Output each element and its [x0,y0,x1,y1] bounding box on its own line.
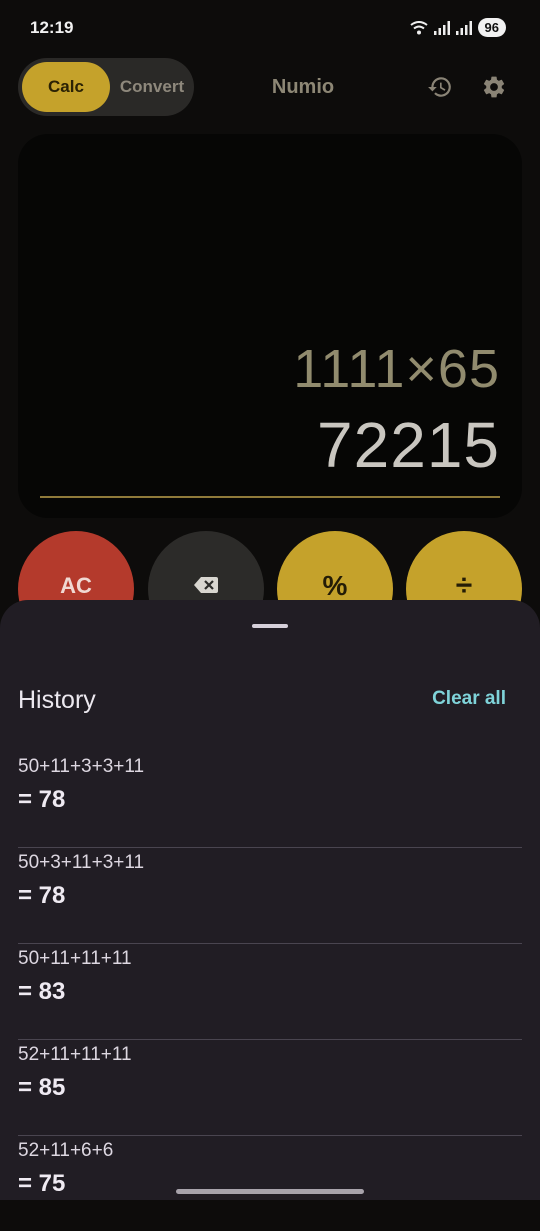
gear-icon [483,76,505,98]
history-result: = 83 [18,978,66,1005]
calculator-display: 1111×65 72215 [18,134,522,518]
history-item[interactable]: 52+11+11+11 = 85 [18,1040,522,1136]
history-result: = 75 [18,1170,66,1197]
history-sheet: History Clear all 50+11+3+3+11 = 78 50+3… [0,600,540,1200]
history-expression: 50+3+11+3+11 [18,852,145,873]
battery-indicator: 96 [477,18,506,37]
result-text: 72215 [317,409,500,481]
history-result: = 78 [18,882,66,909]
status-icons: 96 [409,18,506,37]
display-underline [40,496,500,498]
gesture-nav-bar[interactable] [176,1189,364,1194]
percent-key-label: % [322,570,348,601]
history-expression: 50+11+3+3+11 [18,756,145,777]
signal-icon [433,20,450,35]
history-button[interactable] [423,70,457,104]
history-expression: 52+11+11+11 [18,1044,132,1065]
history-expression: 52+11+6+6 [18,1140,114,1161]
clear-all-button[interactable]: Clear all [432,688,506,710]
history-list: 50+11+3+3+11 = 78 50+3+11+3+11 = 78 50+1… [18,752,522,1231]
history-title: History [18,686,96,714]
status-time: 12:19 [30,18,74,37]
divide-key-label: ÷ [455,569,473,602]
status-bar: 12:19 96 [0,0,540,60]
expression-text: 1111×65 [293,339,500,399]
history-expression: 50+11+11+11 [18,948,132,969]
history-item[interactable]: 50+11+3+3+11 = 78 [18,752,522,848]
clear-key-label: AC [60,573,92,598]
history-result: = 85 [18,1074,66,1101]
backspace-icon [194,577,218,593]
history-item[interactable]: 50+11+11+11 = 83 [18,944,522,1040]
history-result: = 78 [18,786,66,813]
history-item[interactable]: 50+3+11+3+11 = 78 [18,848,522,944]
wifi-icon [409,20,428,34]
app-title: Numio [271,76,335,98]
history-icon [428,77,451,97]
history-item[interactable]: 52+11+6+6 = 75 [18,1136,522,1231]
settings-button[interactable] [477,70,511,104]
signal-roaming-icon [455,20,472,35]
drag-handle[interactable] [252,624,288,628]
